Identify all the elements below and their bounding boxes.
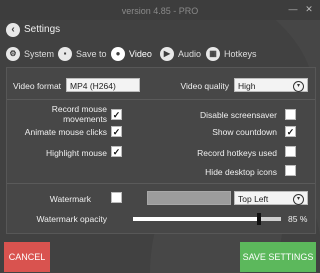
watermark-opacity-label: Watermark opacity: [36, 214, 107, 224]
gear-icon: ⚙: [6, 47, 20, 61]
tab-label: Audio: [178, 49, 202, 59]
save-settings-button[interactable]: SAVE SETTINGS: [240, 242, 316, 272]
video-format-value: MP4 (H264): [70, 81, 116, 91]
watermark-opacity-slider[interactable]: [133, 213, 281, 225]
tab-audio[interactable]: ▶ Audio: [160, 46, 201, 62]
watermark-position-value: Top Left: [238, 194, 269, 204]
highlight-mouse-checkbox[interactable]: ✓: [111, 146, 122, 157]
tab-hotkeys[interactable]: ▦ Hotkeys: [206, 46, 257, 62]
tab-bar: ⚙ System ▪ Save to ● Video ▶ Audio ▦ Hot…: [0, 43, 320, 65]
animate-clicks-label: Animate mouse clicks: [24, 127, 107, 137]
page-title: Settings: [24, 24, 61, 35]
video-format-label: Video format: [13, 81, 62, 91]
watermark-position-select[interactable]: Top Left ▾: [234, 191, 308, 205]
title-bar: version 4.85 - PRO — ✕: [0, 0, 320, 20]
save-icon: ▪: [58, 47, 72, 61]
chevron-down-icon: ▾: [293, 194, 304, 205]
slider-thumb[interactable]: [256, 213, 261, 225]
chevron-down-icon: ▾: [293, 81, 304, 92]
tab-label: System: [24, 49, 55, 59]
show-countdown-label: Show countdown: [212, 127, 277, 137]
show-countdown-checkbox[interactable]: ✓: [285, 126, 296, 137]
settings-window: version 4.85 - PRO — ✕ ‹ Settings ⚙ Syst…: [0, 0, 320, 273]
record-mouse-label: Record mouse movements: [51, 104, 107, 124]
divider: [7, 99, 315, 100]
back-arrow-icon[interactable]: ‹: [6, 23, 20, 37]
video-quality-label: Video quality: [180, 81, 229, 91]
divider: [7, 183, 315, 184]
hide-desktop-icons-checkbox[interactable]: [285, 165, 296, 176]
watermark-label: Watermark: [49, 194, 91, 204]
record-mouse-checkbox[interactable]: ✓: [111, 109, 122, 120]
close-button[interactable]: ✕: [302, 2, 316, 16]
header: ‹ Settings: [0, 20, 320, 44]
watermark-image-input[interactable]: [147, 191, 231, 205]
record-hotkeys-checkbox[interactable]: [285, 146, 296, 157]
slider-fill: [133, 217, 259, 221]
tab-system[interactable]: ⚙ System: [6, 46, 54, 62]
cancel-button[interactable]: CANCEL: [4, 242, 50, 272]
tab-label: Save to: [76, 49, 107, 59]
tab-save-to[interactable]: ▪ Save to: [58, 46, 107, 62]
tab-video[interactable]: ● Video: [111, 46, 152, 62]
video-quality-value: High: [238, 81, 256, 91]
watermark-checkbox[interactable]: [111, 192, 122, 203]
tab-label: Hotkeys: [224, 49, 257, 59]
animate-clicks-checkbox[interactable]: ✓: [111, 126, 122, 137]
disable-screensaver-label: Disable screensaver: [199, 110, 277, 120]
keyboard-icon: ▦: [206, 47, 220, 61]
highlight-mouse-label: Highlight mouse: [46, 148, 107, 158]
opacity-percent: 85 %: [288, 214, 308, 224]
record-hotkeys-label: Record hotkeys used: [197, 148, 277, 158]
video-icon: ●: [111, 47, 125, 61]
version-text: version 4.85 - PRO: [121, 6, 199, 16]
minimize-button[interactable]: —: [286, 2, 300, 16]
video-settings-panel: Video format MP4 (H264) Video quality Hi…: [6, 67, 316, 234]
tab-label: Video: [129, 49, 152, 59]
video-quality-select[interactable]: High ▾: [234, 78, 308, 92]
video-format-select[interactable]: MP4 (H264): [66, 78, 140, 92]
audio-icon: ▶: [160, 47, 174, 61]
hide-desktop-icons-label: Hide desktop icons: [205, 167, 277, 177]
disable-screensaver-checkbox[interactable]: [285, 109, 296, 120]
